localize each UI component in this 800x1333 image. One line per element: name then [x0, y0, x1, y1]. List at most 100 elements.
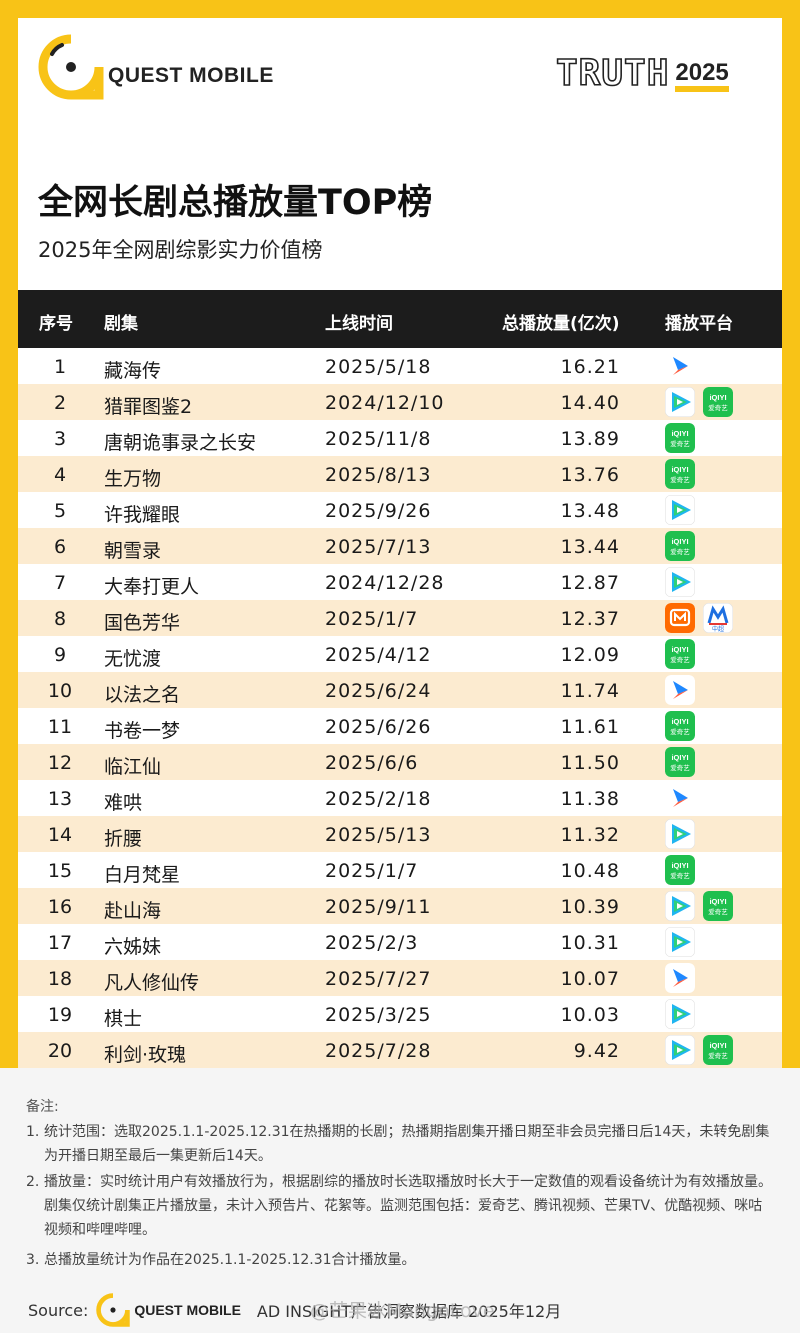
platform-cell: iQIYI 爱奇艺	[665, 459, 695, 489]
tencent-video-icon	[665, 891, 695, 921]
total-plays-cell: 13.48	[560, 500, 620, 522]
series-name-cell: 许我耀眼	[104, 504, 181, 526]
total-plays-cell: 13.89	[560, 428, 620, 450]
series-name-cell: 朝雪录	[104, 540, 162, 562]
total-plays-cell: 10.48	[560, 860, 620, 882]
rank-cell: 4	[53, 464, 67, 486]
total-plays-cell: 14.40	[560, 392, 620, 414]
svg-text:爱奇艺: 爱奇艺	[670, 871, 690, 880]
rank-cell: 3	[53, 428, 67, 450]
table-row: 1 藏海传 2025/5/18 16.21	[18, 348, 782, 384]
series-name-cell: 利剑·玫瑰	[104, 1044, 187, 1066]
iqiyi-icon: iQIYI爱奇艺	[665, 639, 695, 669]
platform-cell	[665, 963, 695, 993]
release-date-cell: 2025/6/6	[325, 752, 419, 774]
release-date-cell: 2025/1/7	[325, 608, 419, 630]
note-text: 总播放量统计为作品在2025.1.1-2025.12.31合计播放量。	[44, 1252, 416, 1268]
total-plays-cell: 13.44	[560, 536, 620, 558]
note-text: 统计范围：选取2025.1.1-2025.12.31在热播期的长剧；热播期指剧集…	[44, 1124, 770, 1164]
platform-cell	[665, 351, 695, 381]
series-name-cell: 无忧渡	[104, 648, 162, 670]
table-row: 18 凡人修仙传 2025/7/27 10.07	[18, 960, 782, 996]
badge-year: 2025	[675, 61, 729, 92]
table-row: 9 无忧渡 2025/4/12 12.09 iQIYI 爱奇艺	[18, 636, 782, 672]
rank-cell: 17	[47, 932, 73, 954]
logo-text: QUEST MOBILE	[108, 64, 274, 87]
svg-text:爱奇艺: 爱奇艺	[670, 475, 690, 484]
series-name-cell: 凡人修仙传	[104, 972, 200, 994]
series-name-cell: 难哄	[104, 792, 143, 814]
series-name-cell: 大奉打更人	[104, 576, 200, 598]
ranking-table: 序号 剧集 上线时间 总播放量(亿次) 播放平台 1 藏海传 2025/5/18 16…	[18, 290, 782, 1068]
youku-icon	[665, 675, 695, 705]
rank-cell: 12	[47, 752, 73, 774]
total-plays-cell: 11.74	[560, 680, 620, 702]
platform-cell	[665, 567, 695, 597]
table-row: 12 临江仙 2025/6/6 11.50 iQIYI 爱奇艺	[18, 744, 782, 780]
watermark: @芒果冰MangoLove	[310, 1300, 495, 1322]
table-row: 4 生万物 2025/8/13 13.76 iQIYI 爱奇艺	[18, 456, 782, 492]
table-row: 20 利剑·玫瑰 2025/7/28 9.42 iQIYI 爱奇艺	[18, 1032, 782, 1068]
migu-video-icon: 中超	[703, 603, 733, 633]
release-date-cell: 2025/5/18	[325, 356, 432, 378]
platform-cell: 中超	[665, 603, 733, 633]
table-row: 5 许我耀眼 2025/9/26 13.48	[18, 492, 782, 528]
total-plays-cell: 16.21	[560, 356, 620, 378]
header-series: 剧集	[104, 314, 138, 334]
platform-cell: iQIYI 爱奇艺	[665, 747, 695, 777]
note-item: 2. 播放量：实时统计用户有效播放行为，根据剧综的播放时长选取播放时长大于一定数…	[26, 1170, 776, 1242]
iqiyi-icon: iQIYI爱奇艺	[703, 891, 733, 921]
rank-cell: 7	[53, 572, 67, 594]
svg-text:爱奇艺: 爱奇艺	[708, 907, 728, 916]
platform-cell: iQIYI 爱奇艺	[665, 855, 695, 885]
series-name-cell: 六姊妹	[104, 936, 162, 958]
svg-text:iQIYI: iQIYI	[671, 645, 688, 654]
svg-text:爱奇艺: 爱奇艺	[708, 1051, 728, 1060]
rank-cell: 15	[47, 860, 73, 882]
svg-text:iQIYI: iQIYI	[709, 393, 726, 402]
rank-cell: 18	[47, 968, 73, 990]
platform-cell	[665, 495, 695, 525]
total-plays-cell: 11.61	[560, 716, 620, 738]
header-release-date: 上线时间	[325, 314, 393, 334]
table-row: 19 棋士 2025/3/25 10.03	[18, 996, 782, 1032]
iqiyi-icon: iQIYI爱奇艺	[703, 387, 733, 417]
youku-icon	[665, 351, 695, 381]
release-date-cell: 2025/3/25	[325, 1004, 432, 1026]
total-plays-cell: 10.03	[560, 1004, 620, 1026]
svg-text:爱奇艺: 爱奇艺	[670, 655, 690, 664]
release-date-cell: 2024/12/28	[325, 572, 445, 594]
total-plays-cell: 11.32	[560, 824, 620, 846]
total-plays-cell: 11.38	[560, 788, 620, 810]
release-date-cell: 2025/11/8	[325, 428, 432, 450]
series-name-cell: 临江仙	[104, 756, 162, 778]
series-name-cell: 折腰	[104, 828, 143, 850]
release-date-cell: 2025/9/26	[325, 500, 432, 522]
rank-cell: 5	[53, 500, 67, 522]
table-row: 8 国色芳华 2025/1/7 12.37 中超	[18, 600, 782, 636]
note-number: 1.	[26, 1124, 40, 1140]
svg-text:iQIYI: iQIYI	[671, 861, 688, 870]
tencent-video-icon	[665, 927, 695, 957]
header-platform: 播放平台	[665, 314, 733, 334]
series-name-cell: 唐朝诡事录之长安	[104, 432, 257, 454]
notes-heading: 备注:	[26, 1099, 59, 1115]
svg-text:爱奇艺: 爱奇艺	[670, 727, 690, 736]
rank-cell: 9	[53, 644, 67, 666]
tencent-video-icon	[665, 819, 695, 849]
svg-text:爱奇艺: 爱奇艺	[670, 547, 690, 556]
quest-mobile-logo-icon	[38, 34, 104, 100]
release-date-cell: 2024/12/10	[325, 392, 445, 414]
platform-cell: iQIYI 爱奇艺	[665, 891, 733, 921]
notes-section: 备注: 1. 统计范围：选取2025.1.1-2025.12.31在热播期的长剧…	[0, 1068, 800, 1333]
svg-text:iQIYI: iQIYI	[671, 537, 688, 546]
rank-cell: 14	[47, 824, 73, 846]
release-date-cell: 2025/2/3	[325, 932, 419, 954]
rank-cell: 6	[53, 536, 67, 558]
source-brand: QUEST MOBILE	[134, 1302, 241, 1318]
total-plays-cell: 10.07	[560, 968, 620, 990]
table-row: 15 白月梵星 2025/1/7 10.48 iQIYI 爱奇艺	[18, 852, 782, 888]
series-name-cell: 赴山海	[104, 900, 162, 922]
mango-tv-icon	[665, 603, 695, 633]
table-row: 17 六姊妹 2025/2/3 10.31	[18, 924, 782, 960]
